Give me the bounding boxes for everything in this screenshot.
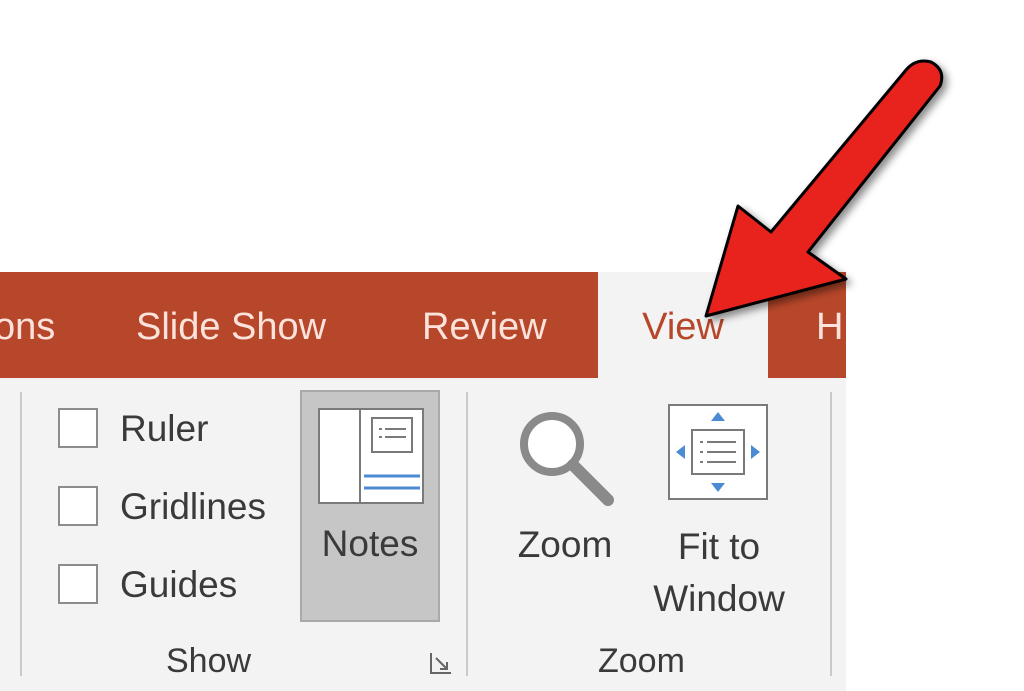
red-arrow-annotation — [704, 59, 944, 318]
